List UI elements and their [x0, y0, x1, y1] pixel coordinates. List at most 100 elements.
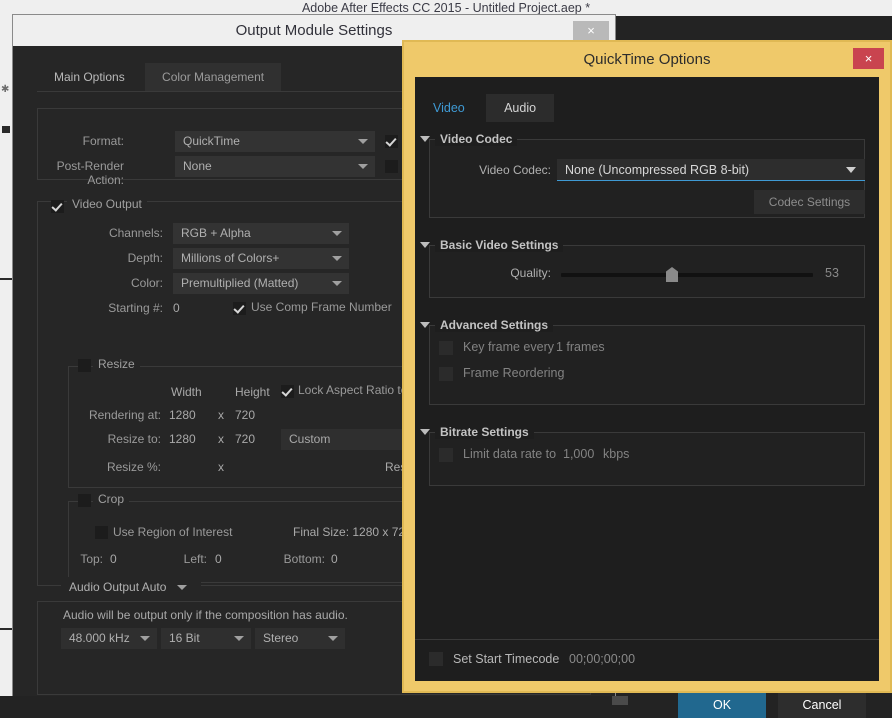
quality-slider-track[interactable] — [561, 273, 813, 277]
format-select[interactable]: QuickTime — [175, 131, 375, 152]
advanced-settings-panel — [429, 325, 865, 405]
audio-output-group-label: Audio Output Auto — [69, 580, 167, 594]
chevron-down-icon — [332, 256, 342, 261]
codec-settings-button[interactable]: Codec Settings — [754, 190, 865, 214]
use-comp-frame-number-label: Use Comp Frame Number — [251, 300, 392, 314]
include-project-link-checkbox[interactable] — [385, 135, 398, 148]
app-left-panel-strip: ✱ — [0, 16, 12, 705]
post-render-label: Post-Render Action: — [56, 159, 124, 187]
chevron-down-icon[interactable] — [420, 429, 430, 435]
limit-data-rate-value[interactable]: 1,000 — [563, 447, 594, 461]
audio-rate-value: 48.000 kHz — [69, 631, 130, 645]
quicktime-tabs: Video Audio — [415, 94, 555, 122]
chevron-down-icon — [328, 636, 338, 641]
close-icon[interactable]: × — [853, 48, 884, 69]
panel-swatch — [2, 126, 10, 133]
format-label: Format: — [82, 134, 124, 148]
chevron-down-icon[interactable] — [420, 322, 430, 328]
post-render-select[interactable]: None — [175, 156, 375, 177]
audio-channels-value: Stereo — [263, 631, 299, 645]
limit-data-rate-label: Limit data rate to — [463, 447, 557, 461]
chevron-down-icon — [177, 585, 187, 590]
video-output-group-label: Video Output — [67, 197, 147, 211]
color-select[interactable]: Premultiplied (Matted) — [173, 273, 349, 294]
output-module-tabs: Main Options Color Management — [37, 63, 282, 91]
crop-left-value[interactable]: 0 — [215, 552, 222, 566]
video-output-checkbox[interactable] — [51, 200, 64, 213]
crop-bottom-label: Bottom: — [283, 552, 325, 566]
ok-button[interactable]: OK — [678, 693, 766, 718]
tab-color-management[interactable]: Color Management — [145, 63, 282, 91]
resize-checkbox[interactable] — [78, 359, 91, 372]
quality-value: 53 — [825, 266, 839, 280]
chevron-down-icon[interactable] — [420, 136, 430, 142]
rendering-at-label: Rendering at: — [88, 408, 161, 422]
rendering-width-value: 1280 — [169, 408, 196, 422]
advanced-settings-section-title: Advanced Settings — [435, 318, 554, 332]
post-render-value: None — [183, 159, 212, 173]
audio-note: Audio will be output only if the composi… — [63, 608, 348, 622]
audio-depth-select[interactable]: 16 Bit — [161, 628, 251, 649]
use-region-of-interest-label: Use Region of Interest — [113, 525, 233, 539]
depth-label: Depth: — [127, 251, 163, 265]
quicktime-title: QuickTime Options — [583, 51, 711, 68]
chevron-down-icon[interactable] — [420, 242, 430, 248]
quality-label: Quality: — [510, 266, 551, 280]
audio-rate-select[interactable]: 48.000 kHz — [61, 628, 157, 649]
use-region-of-interest-checkbox[interactable] — [95, 526, 108, 539]
chevron-down-icon — [358, 139, 368, 144]
color-label: Color: — [130, 276, 163, 290]
crop-bottom-value[interactable]: 0 — [331, 552, 338, 566]
footer-divider — [415, 639, 879, 640]
chevron-down-icon — [140, 636, 150, 641]
crop-left-label: Left: — [183, 552, 207, 566]
resize-percent-label: Resize %: — [106, 460, 161, 474]
set-start-timecode-label: Set Start Timecode — [453, 652, 560, 666]
key-frame-label: Key frame every — [463, 340, 555, 354]
tab-main-options[interactable]: Main Options — [37, 63, 142, 91]
channels-label: Channels: — [108, 226, 163, 240]
video-codec-select[interactable]: None (Uncompressed RGB 8-bit) — [557, 159, 865, 181]
channels-select[interactable]: RGB + Alpha — [173, 223, 349, 244]
crop-checkbox[interactable] — [78, 494, 91, 507]
audio-depth-value: 16 Bit — [169, 631, 200, 645]
key-frame-checkbox[interactable] — [439, 341, 453, 355]
depth-select[interactable]: Millions of Colors+ — [173, 248, 349, 269]
audio-output-select[interactable]: Audio Output Auto — [61, 577, 201, 598]
video-codec-section-title: Video Codec — [435, 132, 518, 146]
starting-number-value[interactable]: 0 — [173, 301, 180, 315]
set-start-timecode-value[interactable]: 00;00;00;00 — [569, 652, 635, 666]
resize-width-value[interactable]: 1280 — [169, 432, 196, 446]
rendering-height-value: 720 — [235, 408, 256, 422]
cancel-button[interactable]: Cancel — [778, 693, 866, 718]
resize-group-label: Resize — [93, 357, 140, 371]
use-comp-frame-number-checkbox[interactable] — [233, 302, 246, 315]
tab-video[interactable]: Video — [415, 94, 483, 122]
tool-glyph-icon: ✱ — [1, 84, 10, 95]
quicktime-body: Video Audio Video Codec Video Codec: Non… — [415, 77, 879, 718]
close-icon[interactable]: × — [573, 21, 609, 41]
limit-data-rate-units: kbps — [603, 447, 630, 461]
panel-divider-lower — [0, 628, 12, 630]
final-size-label: Final Size: 1280 x 720 — [293, 525, 412, 539]
frame-reordering-checkbox[interactable] — [439, 367, 453, 381]
bitrate-settings-section-title: Bitrate Settings — [435, 425, 534, 439]
crop-top-value[interactable]: 0 — [110, 552, 117, 566]
resize-height-value[interactable]: 720 — [235, 432, 255, 446]
include-source-xmp-checkbox[interactable] — [385, 160, 398, 173]
depth-value: Millions of Colors+ — [181, 251, 280, 265]
set-start-timecode-checkbox[interactable] — [429, 652, 443, 666]
limit-data-rate-checkbox[interactable] — [439, 448, 453, 462]
timeline-marker — [612, 696, 628, 705]
tab-audio[interactable]: Audio — [486, 94, 555, 122]
crop-top-label: Top: — [80, 552, 103, 566]
chevron-down-icon — [358, 164, 368, 169]
audio-channels-select[interactable]: Stereo — [255, 628, 345, 649]
video-codec-value: None (Uncompressed RGB 8-bit) — [565, 163, 750, 177]
lock-aspect-ratio-checkbox[interactable] — [281, 385, 294, 398]
key-frame-value[interactable]: 1 frames — [556, 340, 605, 354]
chevron-down-icon — [234, 636, 244, 641]
resize-percent-x-separator: x — [218, 460, 224, 474]
quicktime-title-bar: QuickTime Options × — [404, 42, 890, 77]
resize-to-label: Resize to: — [107, 432, 161, 446]
